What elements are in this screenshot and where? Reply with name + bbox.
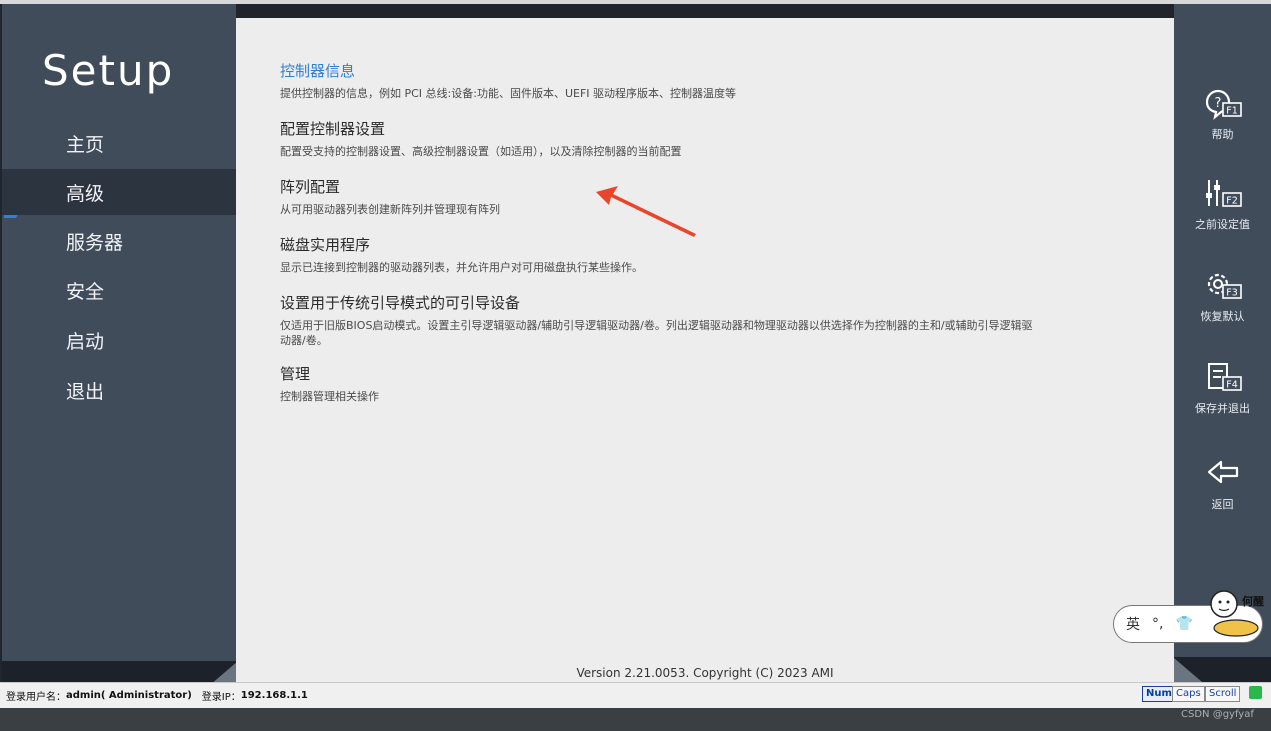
mascot-caption: 何醒 <box>1242 595 1264 608</box>
watermark: CSDN @gyfyaf <box>1181 709 1254 720</box>
menu-entry-disk-utilities[interactable]: 磁盘实用程序 显示已连接到控制器的驱动器列表，并允许用户对可用磁盘执行某些操作。 <box>280 236 1140 275</box>
status-bar: 登录用户名： admin( Administrator) 登录IP： 192.1… <box>0 682 1271 708</box>
back-arrow-icon <box>1207 460 1238 484</box>
login-ip-label: 登录IP： <box>201 692 241 703</box>
menu-entry-controller-info[interactable]: 控制器信息 提供控制器的信息，例如 PCI 总线:设备:功能、固件版本、UEFI… <box>280 62 1140 101</box>
sidebar-item-home[interactable]: 主页 <box>2 120 236 166</box>
menu-entry-management[interactable]: 管理 控制器管理相关操作 <box>280 365 1140 404</box>
svg-text:F1: F1 <box>1226 106 1238 117</box>
function-bar-footer <box>1174 657 1271 682</box>
menu-entry-configure-controller[interactable]: 配置控制器设置 配置受支持的控制器设置、高级控制器设置（如适用），以及清除控制器… <box>280 120 1140 159</box>
caps-lock-indicator: Caps <box>1172 686 1205 702</box>
ime-skin-icon[interactable]: 👕 <box>1175 616 1192 632</box>
ime-punctuation-toggle[interactable]: °, <box>1152 616 1163 632</box>
entry-title[interactable]: 控制器信息 <box>280 62 1140 80</box>
gear-icon: F3 <box>1207 273 1242 299</box>
entry-description: 仅适用于旧版BIOS启动模式。设置主引导逻辑驱动器/辅助引导逻辑驱动器/卷。列出… <box>280 319 1033 347</box>
entry-title[interactable]: 阵列配置 <box>280 178 1140 196</box>
setup-logo: Setup <box>42 46 175 95</box>
function-key-bar: ? F1 帮助 F2 之前设定值 F3 恢复默认 F4 保存并退出 返回 <box>1174 4 1271 682</box>
red-annotation-arrow-icon <box>596 186 696 237</box>
svg-text:?: ? <box>1214 96 1221 111</box>
scroll-lock-indicator: Scroll <box>1205 686 1241 702</box>
login-user-value: admin( Administrator) <box>66 690 192 701</box>
window-bottom-strip <box>0 708 1271 731</box>
version-text: Version 2.21.0053. Copyright (C) 2023 AM… <box>576 666 834 680</box>
main-top-bar <box>236 4 1174 18</box>
entry-title[interactable]: 磁盘实用程序 <box>280 236 1140 254</box>
sidebar-item-exit[interactable]: 退出 <box>2 367 236 413</box>
main-panel: 控制器信息 提供控制器的信息，例如 PCI 总线:设备:功能、固件版本、UEFI… <box>236 4 1174 682</box>
entry-description: 控制器管理相关操作 <box>280 390 379 403</box>
num-lock-indicator: Num <box>1142 686 1176 702</box>
back-button[interactable]: 返回 <box>1174 456 1271 512</box>
save-exit-icon: F4 <box>1207 363 1242 391</box>
sidebar-item-boot[interactable]: 启动 <box>2 317 236 363</box>
help-button[interactable]: ? F1 帮助 <box>1174 86 1271 142</box>
function-bar-footer-corner <box>1174 658 1202 682</box>
sidebar-item-label: 服务器 <box>66 231 124 254</box>
menu-entry-array-config[interactable]: 阵列配置 从可用驱动器列表创建新阵列并管理现有阵列 <box>280 178 1140 217</box>
sidebar-item-label: 主页 <box>66 133 105 156</box>
help-label: 帮助 <box>1211 128 1234 141</box>
sidebar-item-advanced[interactable]: 高级 <box>2 169 236 215</box>
bios-setup-screen: Setup 主页 高级 服务器 安全 启动 退出 控制器信息 提供控制器的信息，… <box>0 0 1271 731</box>
entry-description: 提供控制器的信息，例如 PCI 总线:设备:功能、固件版本、UEFI 驱动程序版… <box>280 87 737 100</box>
entry-title[interactable]: 配置控制器设置 <box>280 120 1140 138</box>
sliders-icon: F2 <box>1205 180 1242 207</box>
entry-description: 显示已连接到控制器的驱动器列表，并允许用户对可用磁盘执行某些操作。 <box>280 261 643 274</box>
entry-title[interactable]: 设置用于传统引导模式的可引导设备 <box>280 294 1040 312</box>
sidebar-item-server[interactable]: 服务器 <box>2 218 236 264</box>
login-ip-value: 192.168.1.1 <box>240 690 308 701</box>
sidebar-item-label: 退出 <box>66 380 105 403</box>
previous-values-button[interactable]: F2 之前设定值 <box>1174 176 1271 232</box>
restore-defaults-button[interactable]: F3 恢复默认 <box>1174 268 1271 324</box>
help-icon: ? F1 <box>1205 89 1242 120</box>
sidebar-item-label: 安全 <box>66 280 105 303</box>
sidebar-item-label: 高级 <box>66 182 105 205</box>
save-and-exit-label: 保存并退出 <box>1195 402 1250 415</box>
sidebar: Setup 主页 高级 服务器 安全 启动 退出 <box>0 4 238 685</box>
login-user-label: 登录用户名： <box>6 692 66 703</box>
sidebar-item-security[interactable]: 安全 <box>2 267 236 313</box>
svg-text:F3: F3 <box>1226 288 1238 299</box>
power-icon[interactable] <box>1249 686 1262 699</box>
save-and-exit-button[interactable]: F4 保存并退出 <box>1174 360 1271 416</box>
entry-description: 配置受支持的控制器设置、高级控制器设置（如适用），以及清除控制器的当前配置 <box>280 145 682 158</box>
sidebar-item-label: 启动 <box>66 330 105 353</box>
svg-text:F4: F4 <box>1226 380 1238 391</box>
ime-language-toggle[interactable]: 英 <box>1126 614 1140 634</box>
entry-description: 从可用驱动器列表创建新阵列并管理现有阵列 <box>280 203 500 216</box>
back-label: 返回 <box>1211 498 1234 511</box>
entry-title[interactable]: 管理 <box>280 365 1140 383</box>
restore-defaults-label: 恢复默认 <box>1200 310 1245 323</box>
svg-text:F2: F2 <box>1226 196 1238 207</box>
menu-entry-bootable-device[interactable]: 设置用于传统引导模式的可引导设备 仅适用于旧版BIOS启动模式。设置主引导逻辑驱… <box>280 294 1040 348</box>
previous-values-label: 之前设定值 <box>1195 218 1250 231</box>
